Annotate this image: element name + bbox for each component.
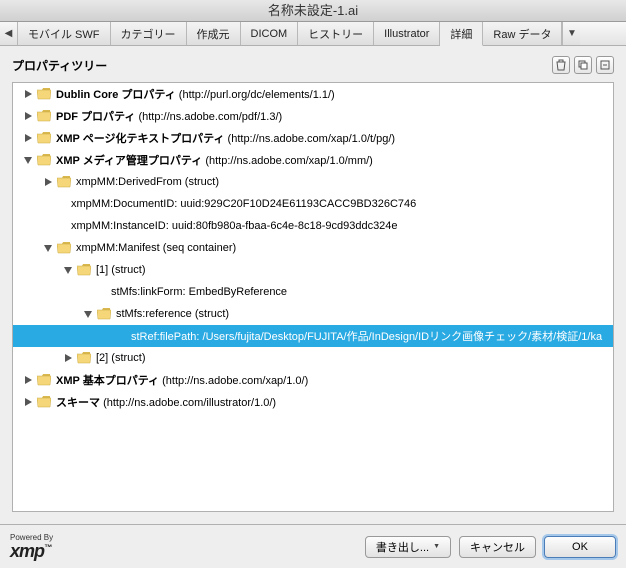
folder-icon (37, 396, 51, 408)
tree-row-label: xmpMM:DerivedFrom (struct) (76, 176, 219, 188)
ok-button[interactable]: OK (544, 536, 616, 558)
tab-2[interactable]: 作成元 (187, 22, 241, 45)
folder-icon (37, 132, 51, 144)
disclosure-open-icon[interactable] (83, 309, 93, 319)
tree-row-label: XMP ページ化テキストプロパティ (http://ns.adobe.com/x… (56, 130, 395, 146)
disclosure-closed-icon[interactable] (23, 375, 33, 385)
tab-4[interactable]: ヒストリー (298, 22, 374, 45)
section-title: プロパティツリー (12, 57, 552, 74)
tree-row[interactable]: スキーマ (http://ns.adobe.com/illustrator/1.… (13, 391, 613, 413)
disclosure-closed-icon[interactable] (43, 177, 53, 187)
disclosure-closed-icon[interactable] (23, 111, 33, 121)
tree-row[interactable]: stMfs:reference (struct) (13, 303, 613, 325)
tab-3[interactable]: DICOM (241, 22, 299, 45)
disclosure-open-icon[interactable] (63, 265, 73, 275)
tab-label: DICOM (251, 28, 288, 40)
folder-icon (37, 88, 51, 100)
tree-row-label: PDF プロパティ (http://ns.adobe.com/pdf/1.3/) (56, 108, 282, 124)
disclosure-closed-icon[interactable] (23, 133, 33, 143)
tab-scroll-left[interactable]: ◀ (0, 22, 18, 45)
tab-7[interactable]: Raw データ (483, 22, 562, 45)
powered-by-xmp: Powered By xmp™ (10, 534, 357, 560)
tree-row-label: Dublin Core プロパティ (http://purl.org/dc/el… (56, 86, 335, 102)
expand-all-button[interactable] (574, 56, 592, 74)
tree-row-label: stMfs:linkForm: EmbedByReference (111, 286, 287, 298)
tab-scroll-right[interactable]: ▼ (562, 22, 580, 45)
tree-row[interactable]: xmpMM:DerivedFrom (struct) (13, 171, 613, 193)
spacer (43, 199, 53, 209)
disclosure-closed-icon[interactable] (63, 353, 73, 363)
tab-5[interactable]: Illustrator (374, 22, 440, 45)
disclosure-closed-icon[interactable] (23, 89, 33, 99)
property-tree[interactable]: Dublin Core プロパティ (http://purl.org/dc/el… (12, 82, 614, 512)
tab-0[interactable]: モバイル SWF (18, 22, 111, 45)
tab-label: Illustrator (384, 28, 429, 40)
tree-row-selected[interactable]: stRef:filePath: /Users/fujita/Desktop/FU… (13, 325, 613, 347)
tree-row[interactable]: xmpMM:Manifest (seq container) (13, 237, 613, 259)
tree-row[interactable]: XMP 基本プロパティ (http://ns.adobe.com/xap/1.0… (13, 369, 613, 391)
tree-row[interactable]: XMP メディア管理プロパティ (http://ns.adobe.com/xap… (13, 149, 613, 171)
tree-row-label: xmpMM:InstanceID: uuid:80fb980a-fbaa-6c4… (71, 220, 398, 232)
disclosure-open-icon[interactable] (43, 243, 53, 253)
tree-row[interactable]: xmpMM:InstanceID: uuid:80fb980a-fbaa-6c4… (13, 215, 613, 237)
tree-row-label: stRef:filePath: /Users/fujita/Desktop/FU… (131, 328, 602, 344)
tab-label: 作成元 (197, 26, 230, 42)
tab-1[interactable]: カテゴリー (111, 22, 187, 45)
footer: Powered By xmp™ 書き出し...▼ キャンセル OK (0, 524, 626, 568)
tree-row[interactable]: [1] (struct) (13, 259, 613, 281)
tree-row-label: [1] (struct) (96, 264, 146, 276)
tree-row-label: stMfs:reference (struct) (116, 308, 229, 320)
folder-icon (37, 110, 51, 122)
tree-row-label: xmpMM:DocumentID: uuid:929C20F10D24E6119… (71, 198, 416, 210)
folder-icon (37, 374, 51, 386)
tree-row-label: xmpMM:Manifest (seq container) (76, 242, 236, 254)
tab-label: Raw データ (493, 26, 551, 42)
tree-row-label: XMP メディア管理プロパティ (http://ns.adobe.com/xap… (56, 152, 373, 168)
tabbar: ◀ モバイル SWF カテゴリー 作成元 DICOM ヒストリー Illustrator 詳… (0, 22, 626, 46)
folder-icon (37, 154, 51, 166)
folder-icon (77, 264, 91, 276)
window-title: 名称未設定-1.ai (0, 0, 626, 22)
tab-label: 詳細 (450, 26, 472, 42)
tab-label: ヒストリー (308, 26, 363, 42)
disclosure-open-icon[interactable] (23, 155, 33, 165)
body-panel: プロパティツリー Dublin Core プロパティ (http://purl.… (0, 46, 626, 524)
folder-icon (57, 242, 71, 254)
tab-label: カテゴリー (121, 26, 176, 42)
tree-row-label: [2] (struct) (96, 352, 146, 364)
tab-label: モバイル SWF (28, 26, 100, 42)
folder-icon (97, 308, 111, 320)
delete-property-button[interactable] (552, 56, 570, 74)
folder-icon (57, 176, 71, 188)
spacer (103, 331, 113, 341)
spacer (83, 287, 93, 297)
tab-6[interactable]: 詳細 (440, 22, 483, 46)
tree-row[interactable]: [2] (struct) (13, 347, 613, 369)
export-button[interactable]: 書き出し...▼ (365, 536, 451, 558)
tree-row[interactable]: XMP ページ化テキストプロパティ (http://ns.adobe.com/x… (13, 127, 613, 149)
tree-row[interactable]: stMfs:linkForm: EmbedByReference (13, 281, 613, 303)
spacer (43, 221, 53, 231)
collapse-all-button[interactable] (596, 56, 614, 74)
folder-icon (77, 352, 91, 364)
tree-row-label: XMP 基本プロパティ (http://ns.adobe.com/xap/1.0… (56, 372, 308, 388)
cancel-button[interactable]: キャンセル (459, 536, 536, 558)
tree-row[interactable]: Dublin Core プロパティ (http://purl.org/dc/el… (13, 83, 613, 105)
tree-row-label: スキーマ (http://ns.adobe.com/illustrator/1.… (56, 394, 276, 410)
tree-row[interactable]: xmpMM:DocumentID: uuid:929C20F10D24E6119… (13, 193, 613, 215)
disclosure-closed-icon[interactable] (23, 397, 33, 407)
tree-row[interactable]: PDF プロパティ (http://ns.adobe.com/pdf/1.3/) (13, 105, 613, 127)
